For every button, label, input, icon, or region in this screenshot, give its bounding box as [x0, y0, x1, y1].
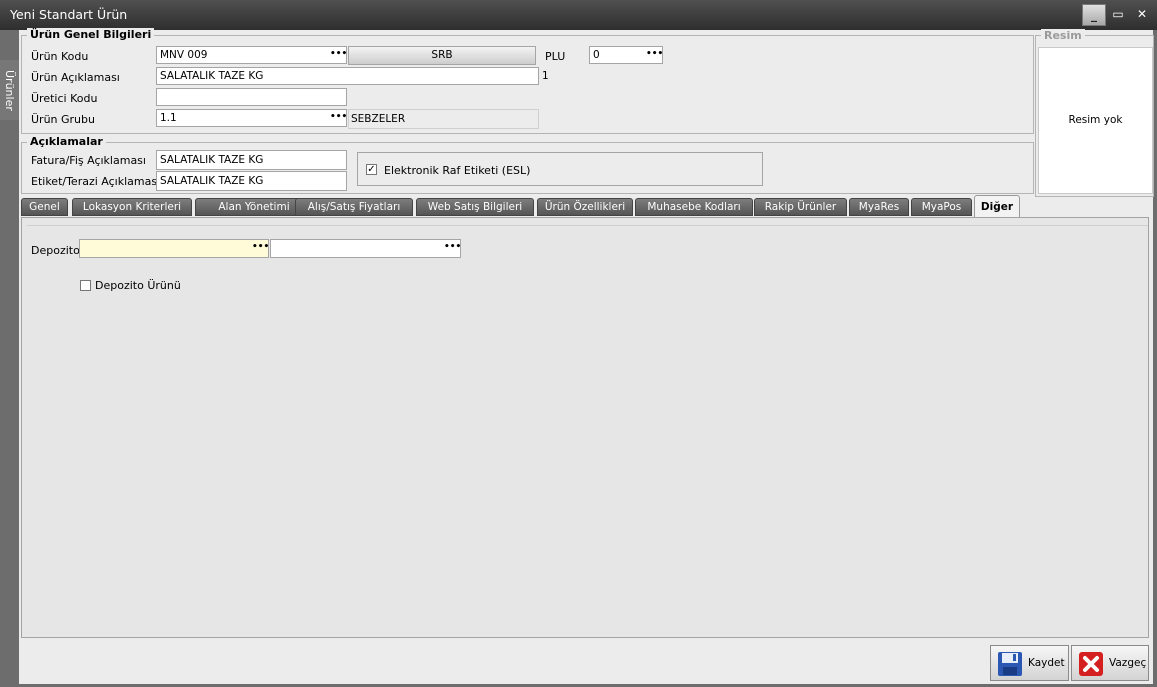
tab-location-criteria[interactable]: Lokasyon Kriterleri [72, 198, 192, 216]
tab-buy-sell-prices[interactable]: Alış/Satış Fiyatları [295, 198, 413, 216]
plu-lookup-button[interactable]: ••• [646, 47, 662, 63]
product-group-value: 1.1 [160, 112, 177, 124]
product-code-input[interactable]: MNV 009 ••• [156, 46, 347, 64]
minimize-icon[interactable]: _ [1082, 4, 1106, 26]
depot-label: Depozito [31, 244, 80, 257]
esl-checkbox[interactable]: ✓ [366, 164, 377, 175]
window-title: Yeni Standart Ürün [10, 7, 128, 22]
product-code-label: Ürün Kodu [31, 50, 89, 63]
manufacturer-code-input[interactable] [156, 88, 347, 106]
depot-name-lookup-button[interactable]: ••• [444, 240, 460, 256]
cancel-button-label: Vazgeç [1109, 657, 1147, 669]
invoice-desc-input[interactable]: SALATALIK TAZE KG [156, 150, 347, 170]
product-code-value: MNV 009 [160, 49, 208, 61]
tab-other[interactable]: Diğer [974, 195, 1020, 217]
title-bar: Yeni Standart Ürün _ ▭ ✕ [0, 0, 1157, 30]
depot-name-input[interactable]: ••• [270, 239, 461, 258]
side-panel: Ürünler [0, 30, 19, 687]
floppy-disk-icon [998, 652, 1022, 676]
save-button[interactable]: Kaydet [990, 645, 1069, 681]
product-group-lookup-button[interactable]: ••• [330, 110, 346, 126]
tab-product-features[interactable]: Ürün Özellikleri [537, 198, 633, 216]
tab-myares[interactable]: MyaRes [849, 198, 909, 216]
side-tab-products[interactable]: Ürünler [0, 60, 19, 120]
label-desc-label: Etiket/Terazi Açıklaması [31, 175, 161, 188]
depot-code-input[interactable]: ••• [79, 239, 269, 258]
product-desc-value: SALATALIK TAZE KG [160, 70, 264, 82]
depot-product-checkbox[interactable] [80, 280, 91, 291]
label-desc-value: SALATALIK TAZE KG [160, 175, 264, 187]
plu-label: PLU [545, 50, 566, 63]
product-group-label: Ürün Grubu [31, 113, 95, 126]
tab-general[interactable]: Genel [21, 198, 68, 216]
manufacturer-code-label: Üretici Kodu [31, 92, 98, 105]
tab-competitor-products[interactable]: Rakip Ürünler [754, 198, 847, 216]
depot-product-label: Depozito Ürünü [95, 279, 181, 292]
label-desc-input[interactable]: SALATALIK TAZE KG [156, 171, 347, 191]
footer-bar [21, 641, 1149, 683]
cancel-button[interactable]: Vazgeç [1071, 645, 1149, 681]
image-legend: Resim [1041, 29, 1085, 42]
tab-myapos[interactable]: MyaPos [911, 198, 972, 216]
invoice-desc-label: Fatura/Fiş Açıklaması [31, 154, 146, 167]
maximize-icon[interactable]: ▭ [1107, 4, 1129, 24]
esl-label: Elektronik Raf Etiketi (ESL) [384, 164, 531, 177]
plu-input[interactable]: 0 ••• [589, 46, 663, 64]
product-code-lookup-button[interactable]: ••• [330, 47, 346, 63]
product-desc-label: Ürün Açıklaması [31, 71, 120, 84]
image-placeholder[interactable]: Resim yok [1038, 47, 1153, 194]
close-icon[interactable]: ✕ [1131, 4, 1153, 24]
plu-value: 0 [593, 49, 600, 61]
product-window: Yeni Standart Ürün _ ▭ ✕ Ürünler Ürün Ge… [0, 0, 1157, 687]
tab-web-sales[interactable]: Web Satış Bilgileri [416, 198, 534, 216]
tab-strip: Genel Lokasyon Kriterleri Alan Yönetimi … [21, 195, 1151, 218]
save-button-label: Kaydet [1028, 657, 1065, 669]
product-group-name: SEBZELER [348, 109, 539, 129]
tab-panel-content [27, 225, 1148, 638]
srb-button[interactable]: SRB [348, 46, 536, 65]
product-desc-count: 1 [542, 70, 549, 82]
invoice-desc-value: SALATALIK TAZE KG [160, 154, 264, 166]
general-info-legend: Ürün Genel Bilgileri [27, 28, 155, 41]
descriptions-legend: Açıklamalar [27, 135, 106, 148]
product-desc-input[interactable]: SALATALIK TAZE KG [156, 67, 539, 85]
depot-code-lookup-button[interactable]: ••• [252, 240, 268, 256]
red-x-icon [1079, 652, 1103, 676]
tab-accounting-codes[interactable]: Muhasebe Kodları [635, 198, 753, 216]
product-group-input[interactable]: 1.1 ••• [156, 109, 347, 127]
